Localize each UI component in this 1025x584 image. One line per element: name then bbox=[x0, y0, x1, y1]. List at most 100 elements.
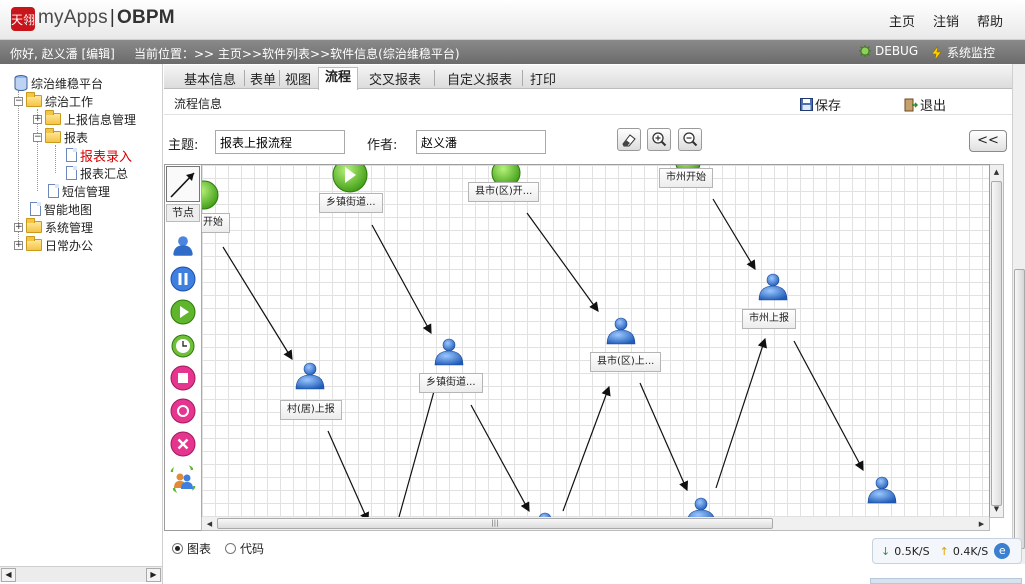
tree-guide-line bbox=[55, 145, 56, 173]
terminate-tool-icon[interactable] bbox=[170, 431, 196, 457]
start-node-icon[interactable] bbox=[332, 165, 368, 193]
tree-item-reports[interactable]: − 报表 bbox=[33, 128, 88, 146]
save-button[interactable]: 保存 bbox=[800, 95, 841, 114]
user-greeting[interactable]: 你好, 赵义潘 [编辑] bbox=[10, 45, 115, 62]
home-link[interactable]: 主页 bbox=[889, 11, 915, 30]
tab-print[interactable]: 打印 bbox=[530, 69, 556, 88]
tree-item-label: 上报信息管理 bbox=[64, 112, 137, 127]
flow-arrow bbox=[793, 340, 864, 472]
scroll-right-icon[interactable]: ▶ bbox=[146, 568, 161, 582]
eraser-button[interactable] bbox=[617, 128, 641, 151]
code-mode-radio[interactable] bbox=[225, 543, 237, 554]
subflow-tool-icon[interactable] bbox=[168, 464, 198, 494]
stop-tool-icon[interactable] bbox=[170, 365, 196, 391]
tree-item-label: 综治工作 bbox=[45, 94, 94, 109]
tree-root[interactable]: 综治维稳平台 bbox=[14, 74, 103, 92]
upload-arrow-icon: ↑ bbox=[939, 544, 949, 558]
workflow-node-county-start[interactable]: 县市(区)开... bbox=[468, 182, 540, 202]
grid-area[interactable]: 开始 乡镇街道... 县市(区)开... 市州开始 村(居)上报 乡镇街道...… bbox=[196, 165, 989, 517]
brand-separator: | bbox=[109, 7, 115, 28]
logout-link[interactable]: 注销 bbox=[933, 11, 959, 30]
collapse-panel-button[interactable]: << bbox=[969, 130, 1007, 152]
info-bar: 你好, 赵义潘 [编辑] 当前位置：>> 主页>>软件列表>>软件信息(综治维稳… bbox=[0, 40, 1025, 64]
zoom-in-button[interactable] bbox=[647, 128, 671, 151]
tree-item-zongzhi[interactable]: − 综治工作 bbox=[14, 92, 93, 110]
workflow-canvas[interactable]: 开始 乡镇街道... 县市(区)开... 市州开始 村(居)上报 乡镇街道...… bbox=[164, 164, 990, 531]
person-node-icon[interactable] bbox=[434, 338, 464, 366]
system-monitor-button[interactable]: 系统监控 bbox=[930, 44, 995, 61]
workflow-node-town-report[interactable]: 乡镇街道... bbox=[419, 373, 483, 393]
play-tool-icon[interactable] bbox=[170, 299, 196, 325]
person-node-icon[interactable] bbox=[606, 317, 636, 345]
section-header: 流程信息 保存 退出 bbox=[164, 90, 1012, 115]
debug-button[interactable]: DEBUG bbox=[858, 44, 918, 58]
subject-input[interactable] bbox=[215, 130, 345, 154]
expand-icon[interactable]: + bbox=[14, 222, 23, 232]
help-link[interactable]: 帮助 bbox=[977, 11, 1003, 30]
pointer-tool[interactable] bbox=[166, 166, 200, 202]
workflow-node-city-report[interactable]: 市州上报 bbox=[742, 309, 796, 329]
tree-item-label: 报表汇总 bbox=[80, 166, 129, 181]
workflow-node-county-report[interactable]: 县市(区)上... bbox=[590, 352, 662, 372]
left-horizontal-scrollbar[interactable]: ◀ ▶ bbox=[0, 566, 162, 582]
canvas-vertical-scrollbar[interactable]: ▲ ▼ bbox=[990, 164, 1004, 518]
tree-item-smart-map[interactable]: 智能地图 bbox=[30, 200, 92, 218]
workflow-node-town-start[interactable]: 乡镇街道... bbox=[319, 193, 383, 213]
scroll-left-icon[interactable]: ◀ bbox=[1, 568, 16, 582]
folder-icon bbox=[26, 218, 42, 233]
person-node-icon[interactable] bbox=[867, 476, 897, 504]
tab-view[interactable]: 视图 bbox=[285, 69, 311, 88]
tab-workflow[interactable]: 流程 bbox=[318, 67, 358, 90]
tab-cross-report[interactable]: 交叉报表 bbox=[369, 69, 421, 88]
tab-custom-report[interactable]: 自定义报表 bbox=[447, 69, 512, 88]
person-tool-icon[interactable] bbox=[170, 233, 196, 259]
tree-item-system[interactable]: + 系统管理 bbox=[14, 218, 93, 236]
zoom-out-button[interactable] bbox=[678, 128, 702, 151]
chart-mode-radio[interactable] bbox=[172, 543, 183, 554]
person-node-icon[interactable] bbox=[758, 273, 788, 301]
pause-tool-icon[interactable] bbox=[170, 266, 196, 292]
scroll-right-icon[interactable]: ▶ bbox=[975, 518, 988, 530]
taskbar-strip bbox=[870, 578, 1022, 584]
person-node-icon[interactable] bbox=[295, 362, 325, 390]
eraser-icon bbox=[622, 134, 636, 147]
browser-icon[interactable]: e bbox=[994, 543, 1011, 559]
scroll-up-icon[interactable]: ▲ bbox=[991, 166, 1002, 179]
code-mode-label: 代码 bbox=[240, 542, 265, 556]
tree-item-report-summary[interactable]: 报表汇总 bbox=[66, 164, 128, 182]
clock-tool-icon[interactable] bbox=[170, 332, 196, 358]
folder-icon bbox=[45, 110, 61, 125]
tree-item-label: 日常办公 bbox=[45, 238, 94, 253]
collapse-icon[interactable]: − bbox=[14, 96, 23, 106]
end-tool-icon[interactable] bbox=[170, 398, 196, 424]
page-vertical-scrollbar[interactable] bbox=[1012, 64, 1025, 564]
exit-button[interactable]: 退出 bbox=[904, 95, 946, 114]
collapse-icon[interactable]: − bbox=[33, 132, 42, 142]
palette-node-label: 节点 bbox=[166, 204, 200, 222]
lightning-icon bbox=[931, 45, 942, 60]
page-scroll-thumb[interactable] bbox=[1014, 269, 1025, 549]
tree-item-report-entry[interactable]: 报表录入 bbox=[66, 146, 133, 165]
tab-basic-info[interactable]: 基本信息 bbox=[184, 69, 236, 88]
tab-form[interactable]: 表单 bbox=[250, 69, 276, 88]
tree-item-label: 报表录入 bbox=[80, 149, 133, 165]
workflow-node-village-report[interactable]: 村(居)上报 bbox=[280, 400, 342, 420]
brand-secondary: OBPM bbox=[116, 7, 175, 28]
expand-icon[interactable]: + bbox=[33, 114, 42, 124]
author-input[interactable] bbox=[416, 130, 546, 154]
horizontal-scroll-thumb[interactable]: ||| bbox=[217, 518, 773, 529]
person-node-icon[interactable] bbox=[686, 497, 716, 517]
zoom-out-icon bbox=[683, 132, 698, 147]
download-arrow-icon: ↓ bbox=[881, 544, 891, 558]
workflow-node-city-start[interactable]: 市州开始 bbox=[659, 168, 713, 188]
scroll-left-icon[interactable]: ◀ bbox=[203, 518, 216, 530]
expand-icon[interactable]: + bbox=[14, 240, 23, 250]
start-node-icon[interactable] bbox=[202, 180, 219, 210]
scroll-down-icon[interactable]: ▼ bbox=[991, 503, 1002, 516]
tree-item-office[interactable]: + 日常办公 bbox=[14, 236, 93, 254]
canvas-horizontal-scrollbar[interactable]: ◀ ||| ▶ bbox=[201, 517, 990, 531]
tree-item-sms[interactable]: 短信管理 bbox=[48, 182, 110, 200]
vertical-scroll-thumb[interactable] bbox=[991, 181, 1002, 506]
flow-arrow bbox=[398, 375, 441, 517]
tree-item-report-info[interactable]: + 上报信息管理 bbox=[33, 110, 136, 128]
